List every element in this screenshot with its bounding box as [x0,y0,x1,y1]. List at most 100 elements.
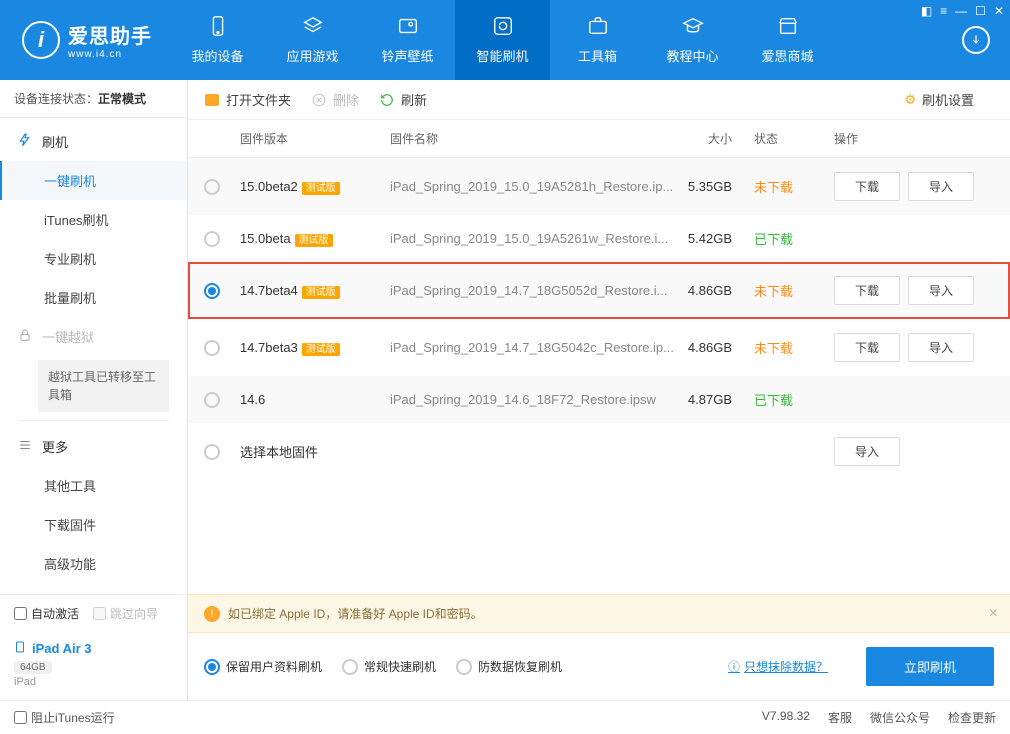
sidebar-head-flash-label: 刷机 [42,132,68,151]
flash-option[interactable]: 保留用户资料刷机 [204,658,322,675]
flash-settings-button[interactable]: ⚙ 刷机设置 [904,90,974,109]
sidebar-item[interactable]: 下载固件 [0,505,187,544]
firmware-filename: iPad_Spring_2019_14.7_18G5052d_Restore.i… [390,283,674,298]
device-status: 设备连接状态：正常模式 [0,80,187,118]
statusbar-item[interactable]: 微信公众号 [870,709,930,726]
warning-bar: ! 如已绑定 Apple ID，请准备好 Apple ID和密码。 × [188,594,1010,633]
col-name-head: 固件名称 [390,130,674,147]
sidebar-item[interactable]: 专业刷机 [0,239,187,278]
warning-icon: ! [204,606,220,622]
table-row[interactable]: 选择本地固件 导入 [188,423,1010,480]
row-radio[interactable] [204,179,220,195]
table-row[interactable]: 14.6iPad_Spring_2019_14.6_18F72_Restore.… [188,376,1010,423]
download-button[interactable]: 下载 [834,333,900,362]
gear-icon: ⚙ [904,92,916,108]
logo-title: 爱思助手 [68,20,152,49]
firmware-size: 4.87GB [674,392,744,407]
refresh-icon [492,15,514,40]
col-action-head: 操作 [824,130,994,147]
download-indicator-icon[interactable] [962,26,990,54]
sidebar-item[interactable]: 一键刷机 [0,161,187,200]
table-row[interactable]: 14.7beta4测试版iPad_Spring_2019_14.7_18G505… [188,262,1010,319]
erase-data-link[interactable]: ⓘ只想抹除数据？ [728,658,828,675]
nav-label: 教程中心 [666,46,718,65]
version-label: V7.98.32 [762,709,810,726]
toolbar: 打开文件夹 删除 刷新 ⚙ 刷机设置 [188,80,1010,120]
open-folder-button[interactable]: 打开文件夹 [204,90,291,109]
warning-close-button[interactable]: × [989,605,998,623]
skip-guide-label: 跳过向导 [110,605,158,622]
win-new-icon[interactable]: ◧ [921,4,932,18]
flash-option-label: 防数据恢复刷机 [478,658,562,675]
nav-grad[interactable]: 教程中心 [645,0,740,80]
shop-icon [777,15,799,40]
sidebar-item[interactable]: iTunes刷机 [0,200,187,239]
device-info[interactable]: iPad Air 3 64GB iPad [0,632,187,700]
import-button[interactable]: 导入 [908,333,974,362]
device-caption: iPad [14,676,173,688]
logo-icon: i [22,21,60,59]
apps-icon [302,15,324,40]
flash-options-bar: 保留用户资料刷机 常规快速刷机 防数据恢复刷机 ⓘ只想抹除数据？ 立即刷机 [188,633,1010,700]
win-menu-icon[interactable]: ≡ [940,4,947,18]
firmware-version: 选择本地固件 [240,445,318,460]
statusbar: 阻止iTunes运行 V7.98.32 客服 微信公众号 检查更新 [0,700,1010,734]
logo-subtitle: www.i4.cn [68,49,152,60]
statusbar-item[interactable]: 客服 [828,709,852,726]
sidebar-item[interactable]: 高级功能 [0,544,187,583]
nav-refresh[interactable]: 智能刷机 [455,0,550,80]
firmware-table: 15.0beta2测试版iPad_Spring_2019_15.0_19A528… [188,158,1010,594]
nav-briefcase[interactable]: 工具箱 [550,0,645,80]
firmware-status: 已下载 [754,232,793,247]
import-button[interactable]: 导入 [908,172,974,201]
status-label: 设备连接状态： [14,92,98,106]
table-row[interactable]: 15.0beta2测试版iPad_Spring_2019_15.0_19A528… [188,158,1010,215]
flash-option[interactable]: 常规快速刷机 [342,658,436,675]
briefcase-icon [587,15,609,40]
table-row[interactable]: 15.0beta测试版iPad_Spring_2019_15.0_19A5261… [188,215,1010,262]
flash-settings-label: 刷机设置 [922,90,974,109]
win-minimize-icon[interactable]: — [955,4,967,18]
row-radio[interactable] [204,340,220,356]
sidebar-item[interactable]: 其他工具 [0,466,187,505]
auto-activate-checkbox[interactable]: 自动激活 [14,605,79,622]
win-maximize-icon[interactable]: ☐ [975,4,986,18]
flash-now-button[interactable]: 立即刷机 [866,647,994,686]
sidebar-item[interactable]: 批量刷机 [0,278,187,317]
flash-option[interactable]: 防数据恢复刷机 [456,658,562,675]
nav-apps[interactable]: 应用游戏 [265,0,360,80]
download-button[interactable]: 下载 [834,276,900,305]
nav-image[interactable]: 铃声壁纸 [360,0,455,80]
flash-option-label: 保留用户资料刷机 [226,658,322,675]
logo-area: i 爱思助手 www.i4.cn [0,0,170,80]
row-radio[interactable] [204,231,220,247]
row-radio[interactable] [204,444,220,460]
sidebar-head-jailbreak[interactable]: 一键越狱 [0,317,187,356]
download-button[interactable]: 下载 [834,172,900,201]
skip-guide-checkbox[interactable]: 跳过向导 [93,605,158,622]
nav-phone[interactable]: 我的设备 [170,0,265,80]
sidebar-head-more[interactable]: 更多 [0,427,187,466]
table-row[interactable]: 14.7beta3测试版iPad_Spring_2019_14.7_18G504… [188,319,1010,376]
row-radio[interactable] [204,283,220,299]
app-header: i 爱思助手 www.i4.cn 我的设备应用游戏铃声壁纸智能刷机工具箱教程中心… [0,0,1010,80]
delete-button[interactable]: 删除 [311,90,359,109]
firmware-filename: iPad_Spring_2019_15.0_19A5261w_Restore.i… [390,231,674,246]
refresh-button[interactable]: 刷新 [379,90,427,109]
import-button[interactable]: 导入 [834,437,900,466]
firmware-size: 4.86GB [674,340,744,355]
win-close-icon[interactable]: ✕ [994,4,1004,18]
main-content: 打开文件夹 删除 刷新 ⚙刷机设置 固件版本 固件名称 大小 状态 操作 15.… [188,80,1010,700]
row-radio[interactable] [204,392,220,408]
sidebar-head-more-label: 更多 [42,437,68,456]
block-itunes-checkbox[interactable]: 阻止iTunes运行 [14,709,115,726]
nav-shop[interactable]: 爱思商城 [740,0,835,80]
sidebar-head-flash[interactable]: 刷机 [0,122,187,161]
statusbar-item[interactable]: 检查更新 [948,709,996,726]
import-button[interactable]: 导入 [908,276,974,305]
phone-icon [207,15,229,40]
radio-icon [204,659,220,675]
firmware-filename: iPad_Spring_2019_14.7_18G5042c_Restore.i… [390,340,674,355]
firmware-version: 15.0beta2 [240,179,298,194]
firmware-filename: iPad_Spring_2019_14.6_18F72_Restore.ipsw [390,392,674,407]
